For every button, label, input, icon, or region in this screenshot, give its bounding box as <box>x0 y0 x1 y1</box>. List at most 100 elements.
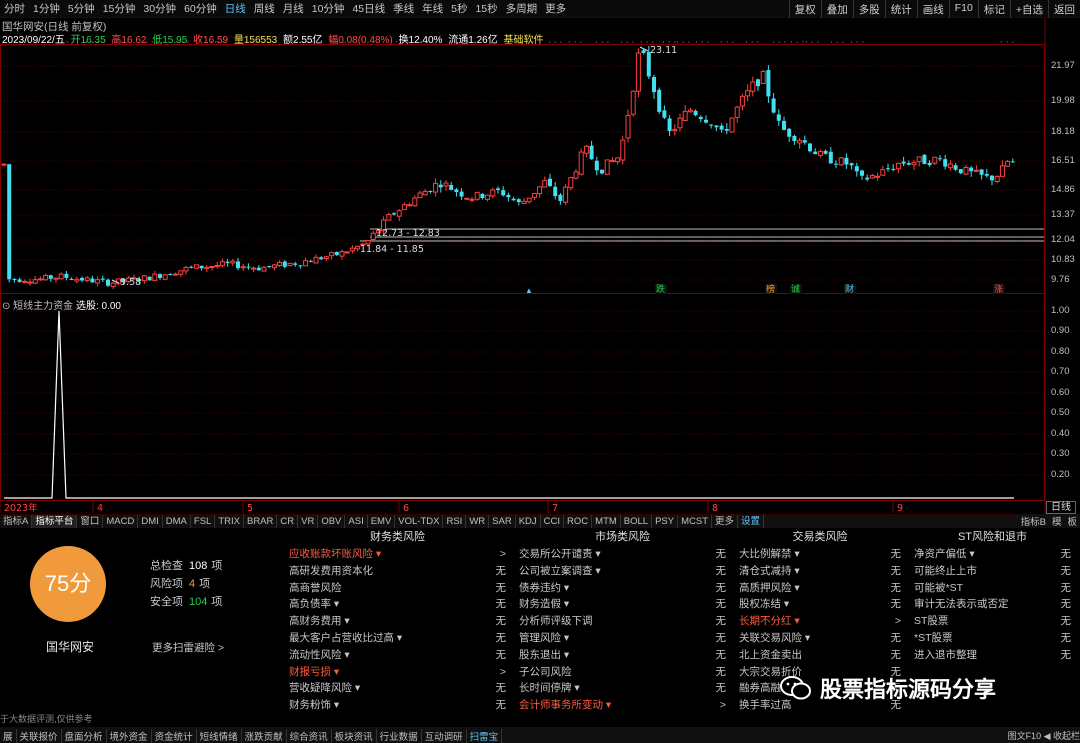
indicator-tab-24[interactable]: MCST <box>678 515 713 528</box>
risk-item[interactable]: 债券违约 ▾ 无 <box>515 580 730 597</box>
risk-item[interactable]: *ST股票 无 <box>910 630 1075 647</box>
kline-chart[interactable]: · · · · · · · · · · · · · · · · · · · · · · · ·… <box>0 0 1080 514</box>
risk-item[interactable]: 股权冻结 ▾ 无 <box>735 596 905 613</box>
candle-body <box>84 277 90 282</box>
risk-item[interactable]: 财务造假 ▾ 无 <box>515 596 730 613</box>
risk-item[interactable]: 长期不分红 ▾ > <box>735 613 905 630</box>
risk-item[interactable]: 会计师事务所变动 ▾ > <box>515 697 730 714</box>
indicator-tab-12[interactable]: ASI <box>345 515 368 528</box>
risk-item[interactable]: 子公司风险 无 <box>515 664 730 681</box>
risk-item[interactable]: 高负债率 ▾ 无 <box>285 596 510 613</box>
risk-item[interactable]: 清仓式减持 ▾ 无 <box>735 563 905 580</box>
indicator-tab-13[interactable]: EMV <box>368 515 396 528</box>
risk-item[interactable]: 审计无法表示或否定 无 <box>910 596 1075 613</box>
indicator-tab-right-2[interactable]: 板 <box>1064 514 1080 528</box>
more-scan-link[interactable]: 更多扫雷避险 > <box>152 640 224 655</box>
candle-body <box>526 197 532 203</box>
risk-item[interactable]: 高质押风险 ▾ 无 <box>735 580 905 597</box>
risk-item[interactable]: ST股票 无 <box>910 613 1075 630</box>
risk-item[interactable]: 高研发费用资本化 无 <box>285 563 510 580</box>
candle-body <box>635 52 641 92</box>
risk-item[interactable]: 股东退出 ▾ 无 <box>515 647 730 664</box>
indicator-tab-21[interactable]: MTM <box>592 515 621 528</box>
risk-item[interactable]: 关联交易风险 ▾ 无 <box>735 630 905 647</box>
risk-item[interactable]: 北上资金卖出 无 <box>735 647 905 664</box>
bottom-tab-4[interactable]: 资金统计 <box>152 728 197 743</box>
summary-value: 104 <box>189 596 208 608</box>
bottom-tab-6[interactable]: 涨跌贡献 <box>242 728 287 743</box>
indicator-tab-22[interactable]: BOLL <box>621 515 653 528</box>
indicator-tab-right-0[interactable]: 指标B <box>1018 514 1049 528</box>
risk-item-name: 可能被*ST <box>914 581 964 594</box>
risk-item[interactable]: 净资产偏低 ▾ 无 <box>910 546 1075 563</box>
risk-item[interactable]: 进入退市整理 无 <box>910 647 1075 664</box>
risk-item[interactable]: 最大客户占营收比过高 ▾ 无 <box>285 630 510 647</box>
risk-item[interactable]: 可能终止上市 无 <box>910 563 1075 580</box>
risk-item[interactable]: 分析师评级下调 无 <box>515 613 730 630</box>
period-indicator-box[interactable]: 日线 <box>1046 501 1076 514</box>
indicator-tab-5[interactable]: DMA <box>163 515 191 528</box>
indicator-tab-17[interactable]: SAR <box>489 515 516 528</box>
indicator-tab-10[interactable]: VR <box>298 515 319 528</box>
indicator-tab-7[interactable]: TRIX <box>215 515 244 528</box>
indicator-tab-20[interactable]: ROC <box>564 515 593 528</box>
indicator-tab-23[interactable]: PSY <box>652 515 679 528</box>
candle-body <box>521 200 527 204</box>
bottom-tab-7[interactable]: 综合资讯 <box>287 728 332 743</box>
indicator-tab-0[interactable]: 指标A <box>0 515 33 528</box>
bottom-tab-1[interactable]: 关联报价 <box>17 728 62 743</box>
bottom-right-controls[interactable]: 图文F10 ◀ 收起栏 <box>1008 729 1080 742</box>
indicator-tab-11[interactable]: OBV <box>318 515 346 528</box>
candle-body <box>147 276 152 281</box>
risk-item[interactable]: 财务粉饰 ▾ 无 <box>285 697 510 714</box>
indicator-tab-6[interactable]: FSL <box>191 515 216 528</box>
risk-item[interactable]: 管理风险 ▾ 无 <box>515 630 730 647</box>
risk-item[interactable]: 财报亏损 ▾ > <box>285 664 510 681</box>
indicator-tab-14[interactable]: VOL-TDX <box>395 515 444 528</box>
indicator-tab-16[interactable]: WR <box>466 515 490 528</box>
bottom-tab-11[interactable]: 扫雷宝 <box>467 728 503 743</box>
indicator-tab-8[interactable]: BRAR <box>244 515 278 528</box>
risk-item-status: 无 <box>1060 564 1072 577</box>
indicator-tab-18[interactable]: KDJ <box>516 515 541 528</box>
indicator-tab-26[interactable]: 设置 <box>738 515 765 528</box>
risk-item[interactable]: 高财务费用 ▾ 无 <box>285 613 510 630</box>
indicator-tab-25[interactable]: 更多 <box>712 515 739 528</box>
indicator-collapse-icon[interactable]: ⊙ <box>2 301 13 312</box>
candle-body <box>277 261 283 267</box>
risk-item-status: 无 <box>715 648 727 661</box>
x-label: 7 <box>552 503 558 514</box>
candle-body <box>817 151 823 156</box>
bottom-tab-0[interactable]: 展 <box>0 728 17 743</box>
summary-unit: 项 <box>211 596 223 608</box>
bottom-tab-2[interactable]: 盘面分析 <box>62 728 107 743</box>
risk-item[interactable]: 公司被立案调查 ▾ 无 <box>515 563 730 580</box>
risk-item[interactable]: 应收账款坏账风险 ▾ > <box>285 546 510 563</box>
risk-item[interactable]: 大比例解禁 ▾ 无 <box>735 546 905 563</box>
risk-item[interactable]: 高商誉风险 无 <box>285 580 510 597</box>
indicator-tab-1[interactable]: 指标平台 <box>32 515 78 528</box>
bottom-tab-8[interactable]: 板块资讯 <box>332 728 377 743</box>
indicator-tab-3[interactable]: MACD <box>103 515 139 528</box>
indicator-tab-15[interactable]: RSI <box>443 515 467 528</box>
indicator-tab-9[interactable]: CR <box>277 515 299 528</box>
event-marker: 诚 <box>791 283 800 295</box>
bottom-tab-10[interactable]: 互动调研 <box>422 728 467 743</box>
indicator-tab-19[interactable]: CCI <box>541 515 565 528</box>
risk-item-name: 关联交易风险 ▾ <box>739 631 811 644</box>
bottom-tab-5[interactable]: 短线情绪 <box>197 728 242 743</box>
risk-item[interactable]: 交易所公开谴责 ▾ 无 <box>515 546 730 563</box>
candle-body <box>1 163 7 166</box>
indicator-tab-4[interactable]: DMI <box>138 515 163 528</box>
risk-item[interactable]: 营收疑降风险 ▾ 无 <box>285 680 510 697</box>
indicator-tab-right-1[interactable]: 模 <box>1049 514 1065 528</box>
risk-item[interactable]: 流动性风险 ▾ 无 <box>285 647 510 664</box>
risk-item[interactable]: 可能被*ST 无 <box>910 580 1075 597</box>
bottom-tab-3[interactable]: 境外资金 <box>107 728 152 743</box>
risk-item-name: 可能终止上市 <box>914 564 977 577</box>
indicator-tab-2[interactable]: 窗口 <box>77 515 104 528</box>
risk-item[interactable]: 长时间停牌 ▾ 无 <box>515 680 730 697</box>
candle-body <box>240 266 246 269</box>
bottom-tab-9[interactable]: 行业数据 <box>377 728 422 743</box>
candle-body <box>443 182 449 187</box>
